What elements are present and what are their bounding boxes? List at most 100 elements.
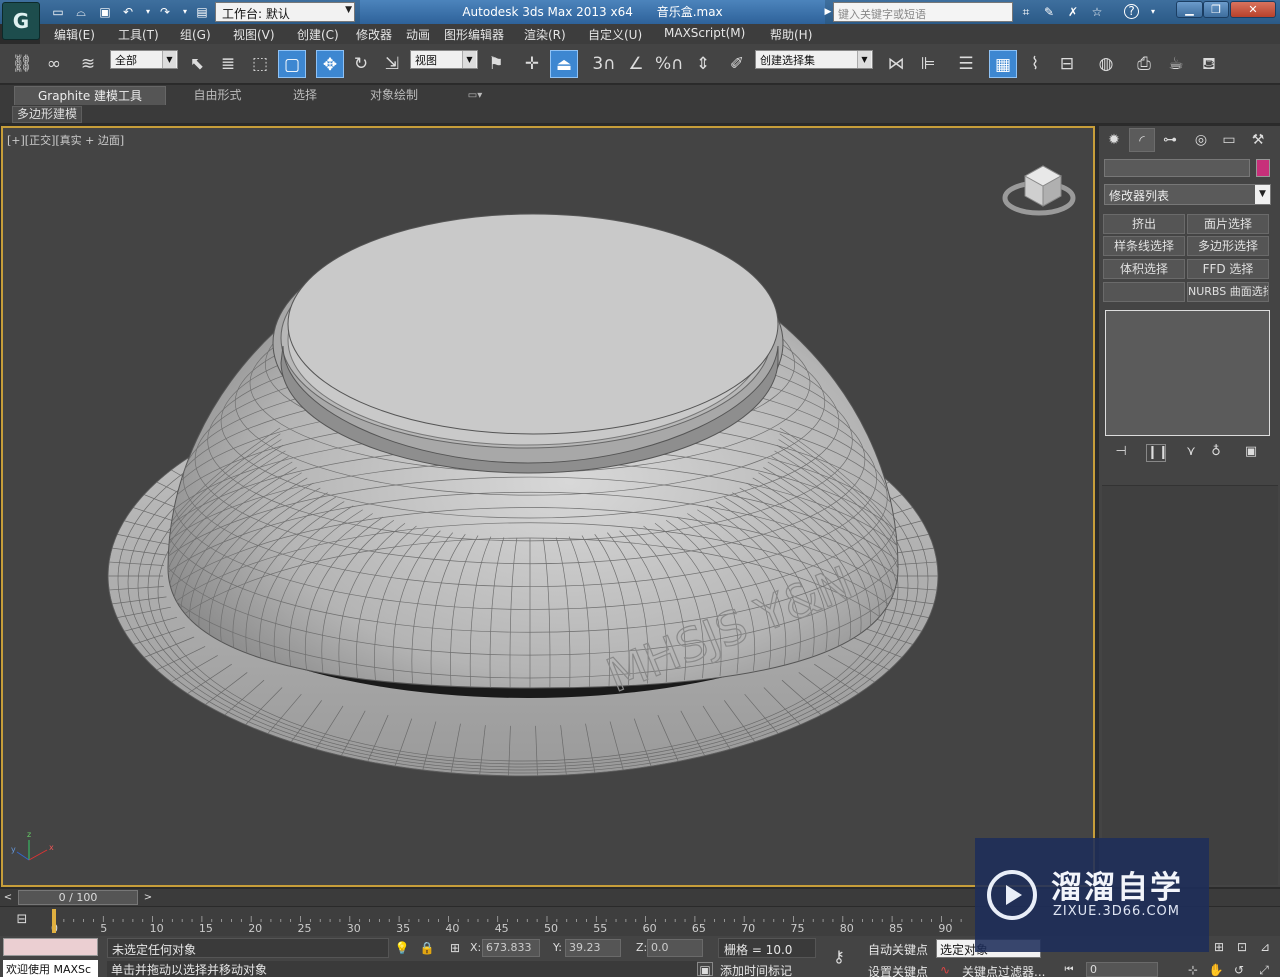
favorites-star-icon[interactable]: ☆	[1089, 4, 1105, 20]
scene-canvas[interactable]: MHSJS Y&N z x y	[3, 128, 1095, 887]
time-slider-thumb[interactable]: 0 / 100	[18, 890, 138, 905]
subscription-icon[interactable]: ✗	[1065, 4, 1081, 20]
menu-tools[interactable]: 工具(T)	[118, 26, 159, 43]
object-name-field[interactable]	[1104, 159, 1250, 177]
zoom-all-icon[interactable]: ⊞	[1210, 938, 1228, 956]
menu-create[interactable]: 创建(C)	[297, 26, 339, 43]
menu-rendering[interactable]: 渲染(R)	[524, 26, 566, 43]
undo-icon[interactable]: ↶	[120, 4, 136, 20]
lid-mesh[interactable]	[272, 213, 784, 474]
new-file-icon[interactable]: ▭	[50, 4, 66, 20]
selection-lock-icon[interactable]: 🔒	[418, 939, 436, 957]
menu-maxscript[interactable]: MAXScript(M)	[664, 26, 745, 40]
select-and-scale-icon[interactable]: ⇲	[378, 50, 406, 78]
ffd-select-button[interactable]: FFD 选择	[1187, 259, 1269, 279]
go-to-start-icon[interactable]: ⏮	[1060, 961, 1078, 977]
zoom-extents-all-icon[interactable]: ⊡	[1233, 938, 1251, 956]
select-object-icon[interactable]: ⬉	[183, 50, 211, 78]
curve-editor-icon[interactable]: ⌇	[1021, 50, 1049, 78]
viewcube[interactable]	[1002, 165, 1076, 216]
menu-views[interactable]: 视图(V)	[233, 26, 275, 43]
tab-freeform[interactable]: 自由形式	[175, 86, 260, 105]
tab-graphite-modeling-tools[interactable]: Graphite 建模工具	[14, 86, 166, 105]
named-selection-dropdown[interactable]: 创建选择集 ▼	[755, 50, 873, 69]
schematic-view-icon[interactable]: ⊟	[1053, 50, 1081, 78]
pivot-point-icon[interactable]: ⚑	[482, 50, 510, 78]
graphite-toggle-icon[interactable]: ▦	[989, 50, 1017, 78]
ribbon-options-icon[interactable]: ▭▾	[458, 86, 492, 105]
hierarchy-tab-icon[interactable]: ⊶	[1157, 128, 1183, 152]
selection-filter-dropdown[interactable]: 全部 ▼	[110, 50, 178, 69]
menu-animation[interactable]: 动画	[406, 26, 430, 43]
z-coord-field[interactable]: 0.0	[647, 939, 703, 957]
redo-icon[interactable]: ↷	[157, 4, 173, 20]
menu-modifiers[interactable]: 修改器	[356, 26, 392, 43]
modifier-stack[interactable]	[1105, 310, 1270, 436]
spline-select-button[interactable]: 样条线选择	[1103, 236, 1185, 256]
minimize-button[interactable]: ▁	[1176, 1, 1203, 18]
save-icon[interactable]: ▣	[97, 4, 113, 20]
frame-ruler[interactable]: 051015202530354045505560657075808590	[0, 907, 1000, 937]
open-file-icon[interactable]: ⌓	[73, 4, 89, 20]
menu-customize[interactable]: 自定义(U)	[588, 26, 642, 43]
spinner-snap-icon[interactable]: ⇕	[689, 50, 717, 78]
set-key-button[interactable]: 设置关键点	[868, 963, 928, 977]
perspective-viewport[interactable]: MHSJS Y&N z x y [+][正交][真实 + 边面]	[1, 126, 1095, 887]
menu-graph-editors[interactable]: 图形编辑器	[444, 26, 504, 43]
communication-center-icon[interactable]: ✎	[1041, 4, 1057, 20]
key-filters-button[interactable]: 关键点过滤器...	[962, 963, 1045, 977]
workspace-dropdown[interactable]: 工作台: 默认 ▼	[215, 2, 355, 22]
menu-help[interactable]: 帮助(H)	[770, 26, 812, 43]
menu-edit[interactable]: 编辑(E)	[54, 26, 95, 43]
edit-named-selection-icon[interactable]: ✐	[723, 50, 751, 78]
maximize-viewport-icon[interactable]: ⤢	[1255, 961, 1273, 977]
keyboard-shortcut-override-icon[interactable]: ⏏	[550, 50, 578, 78]
display-tab-icon[interactable]: ▭	[1216, 128, 1242, 152]
volume-select-button[interactable]: 体积选择	[1103, 259, 1185, 279]
empty-modifier-button[interactable]	[1103, 282, 1185, 302]
mirror-icon[interactable]: ⋈	[882, 50, 910, 78]
close-button[interactable]: ✕	[1230, 1, 1276, 18]
absolute-transform-icon[interactable]: ⊞	[446, 939, 464, 957]
motion-tab-icon[interactable]: ◎	[1188, 128, 1214, 152]
pan-view-icon[interactable]: ✋	[1207, 961, 1225, 977]
nurbs-surface-select-button[interactable]: NURBS 曲面选择	[1187, 282, 1269, 302]
zoom-extents-icon[interactable]: ⊹	[1184, 961, 1202, 977]
align-icon[interactable]: ⊫	[914, 50, 942, 78]
create-tab-icon[interactable]: ✹	[1101, 128, 1127, 152]
modifier-list-dropdown[interactable]: 修改器列表 ▼	[1104, 184, 1271, 205]
select-by-name-icon[interactable]: ≣	[214, 50, 242, 78]
material-editor-icon[interactable]: ◍	[1092, 50, 1120, 78]
polygon-modeling-panel[interactable]: 多边形建模	[12, 106, 83, 123]
rendered-frame-window-icon[interactable]: ☕	[1162, 50, 1190, 78]
modify-tab-icon[interactable]: ◜	[1129, 128, 1155, 152]
menu-group[interactable]: 组(G)	[180, 26, 211, 43]
link-icon[interactable]: ⛓	[8, 50, 36, 78]
viewport-label[interactable]: [+][正交][真实 + 边面]	[7, 132, 124, 148]
window-crossing-icon[interactable]: ▢	[278, 50, 306, 78]
maxscript-listener-input[interactable]	[3, 938, 98, 956]
tab-object-paint[interactable]: 对象绘制	[350, 86, 438, 105]
y-coord-field[interactable]: 39.23	[565, 939, 621, 957]
app-logo-button[interactable]: G	[2, 2, 40, 40]
orbit-icon[interactable]: ↺	[1230, 961, 1248, 977]
unlink-icon[interactable]: ∞	[40, 50, 68, 78]
select-and-move-icon[interactable]: ✥	[316, 50, 344, 78]
poly-select-button[interactable]: 多边形选择	[1187, 236, 1269, 256]
maxscript-listener-output[interactable]: 欢迎使用 MAXSc	[3, 960, 98, 977]
reference-coordinate-dropdown[interactable]: 视图 ▼	[410, 50, 478, 69]
bind-space-warp-icon[interactable]: ≋	[74, 50, 102, 78]
remove-modifier-icon[interactable]: ♁	[1206, 444, 1226, 462]
field-of-view-icon[interactable]: ⊿	[1256, 938, 1274, 956]
search-input[interactable]: 键入关键字或短语	[833, 2, 1013, 22]
current-frame-field[interactable]: 0	[1086, 962, 1158, 977]
make-unique-icon[interactable]: ⋎	[1181, 444, 1201, 462]
rectangular-selection-icon[interactable]: ⬚	[246, 50, 274, 78]
percent-snap-icon[interactable]: %∩	[655, 50, 684, 78]
object-color-swatch[interactable]	[1256, 159, 1270, 177]
time-tag-icon[interactable]: ▣	[697, 962, 713, 977]
set-key-icon[interactable]: ⚷	[830, 948, 848, 966]
render-setup-icon[interactable]: ⎙	[1130, 50, 1158, 78]
undo-dropdown-icon[interactable]: ▾	[140, 4, 156, 20]
binoculars-icon[interactable]: ⌗	[1018, 4, 1034, 20]
